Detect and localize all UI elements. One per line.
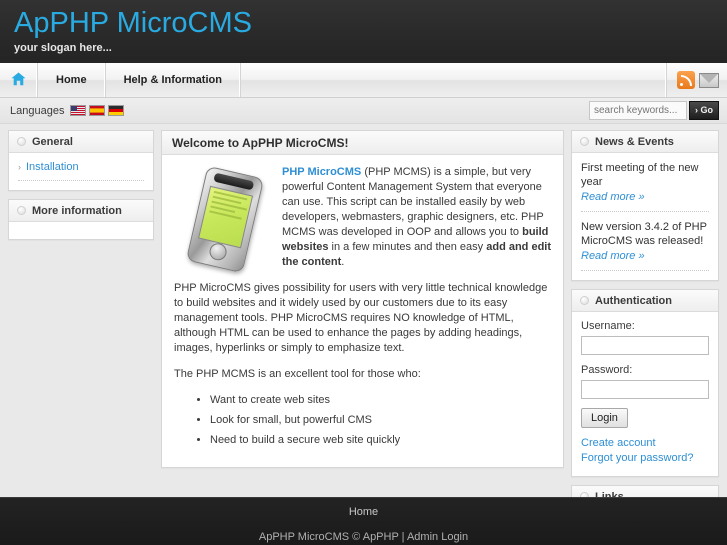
news-item: New version 3.4.2 of PHP MicroCMS was re… xyxy=(581,220,709,271)
panel-header: More information xyxy=(9,200,153,222)
panel-header: News & Events xyxy=(572,131,718,153)
paragraph-text: in a few minutes and then easy xyxy=(328,241,487,253)
search-area: › Go xyxy=(589,101,719,120)
chevron-right-icon: › xyxy=(18,162,21,172)
link-php-microcms[interactable]: PHP MicroCMS xyxy=(282,166,361,178)
login-button[interactable]: Login xyxy=(581,408,628,428)
panel-authentication: Authentication Username: Password: Login… xyxy=(571,289,719,477)
admin-login-link[interactable]: Admin Login xyxy=(407,531,468,543)
nav-spacer xyxy=(241,63,667,97)
flag-us-icon[interactable] xyxy=(70,105,87,116)
nav-item-label: Help & Information xyxy=(123,74,222,86)
list-item: Look for small, but powerful CMS xyxy=(210,413,551,427)
panel-body: First meeting of the new year Read more … xyxy=(572,153,718,280)
pda-device-image xyxy=(185,165,268,274)
news-read-more-link[interactable]: Read more » xyxy=(581,190,645,204)
main-content: Welcome to ApPHP MicroCMS! PHP MicroCMS … xyxy=(161,130,564,476)
news-text: First meeting of the new year xyxy=(581,162,699,188)
site-footer: Home ApPHP MicroCMS © ApPHP | Admin Logi… xyxy=(0,497,727,545)
language-flags xyxy=(70,105,125,116)
left-sidebar: General › Installation More information xyxy=(8,130,154,248)
article-body: PHP MicroCMS (PHP MCMS) is a simple, but… xyxy=(162,155,563,467)
username-field[interactable] xyxy=(581,336,709,355)
flag-es-icon[interactable] xyxy=(89,105,106,116)
feature-list: Want to create web sites Look for small,… xyxy=(194,393,551,447)
password-label: Password: xyxy=(581,364,633,376)
rss-icon[interactable] xyxy=(677,71,695,89)
nav-item-help-information[interactable]: Help & Information xyxy=(106,63,241,97)
panel-general: General › Installation xyxy=(8,130,154,191)
article-title: Welcome to ApPHP MicroCMS! xyxy=(172,135,349,150)
sidebar-link-installation[interactable]: Installation xyxy=(26,161,79,173)
username-label: Username: xyxy=(581,320,635,332)
article-paragraph-2: PHP MicroCMS gives possibility for users… xyxy=(174,282,548,354)
languages-label: Languages xyxy=(10,104,65,117)
search-go-button[interactable]: › Go xyxy=(689,101,719,120)
search-input[interactable] xyxy=(589,101,687,120)
mail-icon[interactable] xyxy=(699,72,719,88)
right-sidebar: News & Events First meeting of the new y… xyxy=(571,130,719,545)
footer-copyright: ApPHP MicroCMS © ApPHP | Admin Login xyxy=(0,531,727,543)
news-text: New version 3.4.2 of PHP MicroCMS was re… xyxy=(581,221,707,247)
list-item: Want to create web sites xyxy=(210,393,551,407)
content-area: General › Installation More information xyxy=(0,124,727,545)
list-item[interactable]: › Installation xyxy=(18,161,144,181)
create-account-link[interactable]: Create account xyxy=(581,437,709,449)
article-panel: Welcome to ApPHP MicroCMS! PHP MicroCMS … xyxy=(161,130,564,468)
nav-item-label: Home xyxy=(56,74,87,86)
article-paragraph-3: The PHP MCMS is an excellent tool for th… xyxy=(174,368,421,380)
panel-title: News & Events xyxy=(595,135,674,148)
nav-tabs: Home Help & Information xyxy=(0,63,241,97)
nav-social-icons xyxy=(667,63,727,97)
main-navigation: Home Help & Information xyxy=(0,63,727,98)
paragraph-text: . xyxy=(341,256,345,268)
site-logo: ApPHP MicroCMS xyxy=(14,7,252,39)
panel-body: Username: Password: Login Create account… xyxy=(572,312,718,476)
news-read-more-link[interactable]: Read more » xyxy=(581,249,645,263)
flag-de-icon[interactable] xyxy=(108,105,125,116)
panel-header: Authentication xyxy=(572,290,718,312)
circle-bullet-icon xyxy=(580,137,589,146)
nav-home-icon-tab[interactable] xyxy=(0,63,38,97)
nav-item-home[interactable]: Home xyxy=(38,63,106,97)
page-root: ApPHP MicroCMS your slogan here... Home … xyxy=(0,0,727,545)
news-item: First meeting of the new year Read more … xyxy=(581,161,709,212)
circle-bullet-icon xyxy=(17,137,26,146)
panel-body: › Installation xyxy=(9,153,153,190)
language-search-bar: Languages search keywords... › Go xyxy=(0,98,727,124)
circle-bullet-icon xyxy=(17,206,26,215)
home-icon xyxy=(11,72,26,89)
footer-link-home[interactable]: Home xyxy=(349,506,378,518)
page-title: Welcome to ApPHP MicroCMS! xyxy=(162,131,563,155)
password-field[interactable] xyxy=(581,380,709,399)
forgot-password-link[interactable]: Forgot your password? xyxy=(581,452,709,464)
panel-header: General xyxy=(9,131,153,153)
list-item: Need to build a secure web site quickly xyxy=(210,433,551,447)
footer-navigation: Home xyxy=(0,506,727,518)
site-header: ApPHP MicroCMS your slogan here... xyxy=(0,0,727,63)
panel-title: General xyxy=(32,135,73,148)
panel-body xyxy=(9,222,153,239)
panel-title: More information xyxy=(32,204,122,217)
circle-bullet-icon xyxy=(580,296,589,305)
site-slogan: your slogan here... xyxy=(14,42,112,54)
panel-more-information: More information xyxy=(8,199,154,240)
panel-title: Authentication xyxy=(595,294,672,307)
panel-news-events: News & Events First meeting of the new y… xyxy=(571,130,719,281)
copyright-text: ApPHP MicroCMS © ApPHP | xyxy=(258,531,407,543)
